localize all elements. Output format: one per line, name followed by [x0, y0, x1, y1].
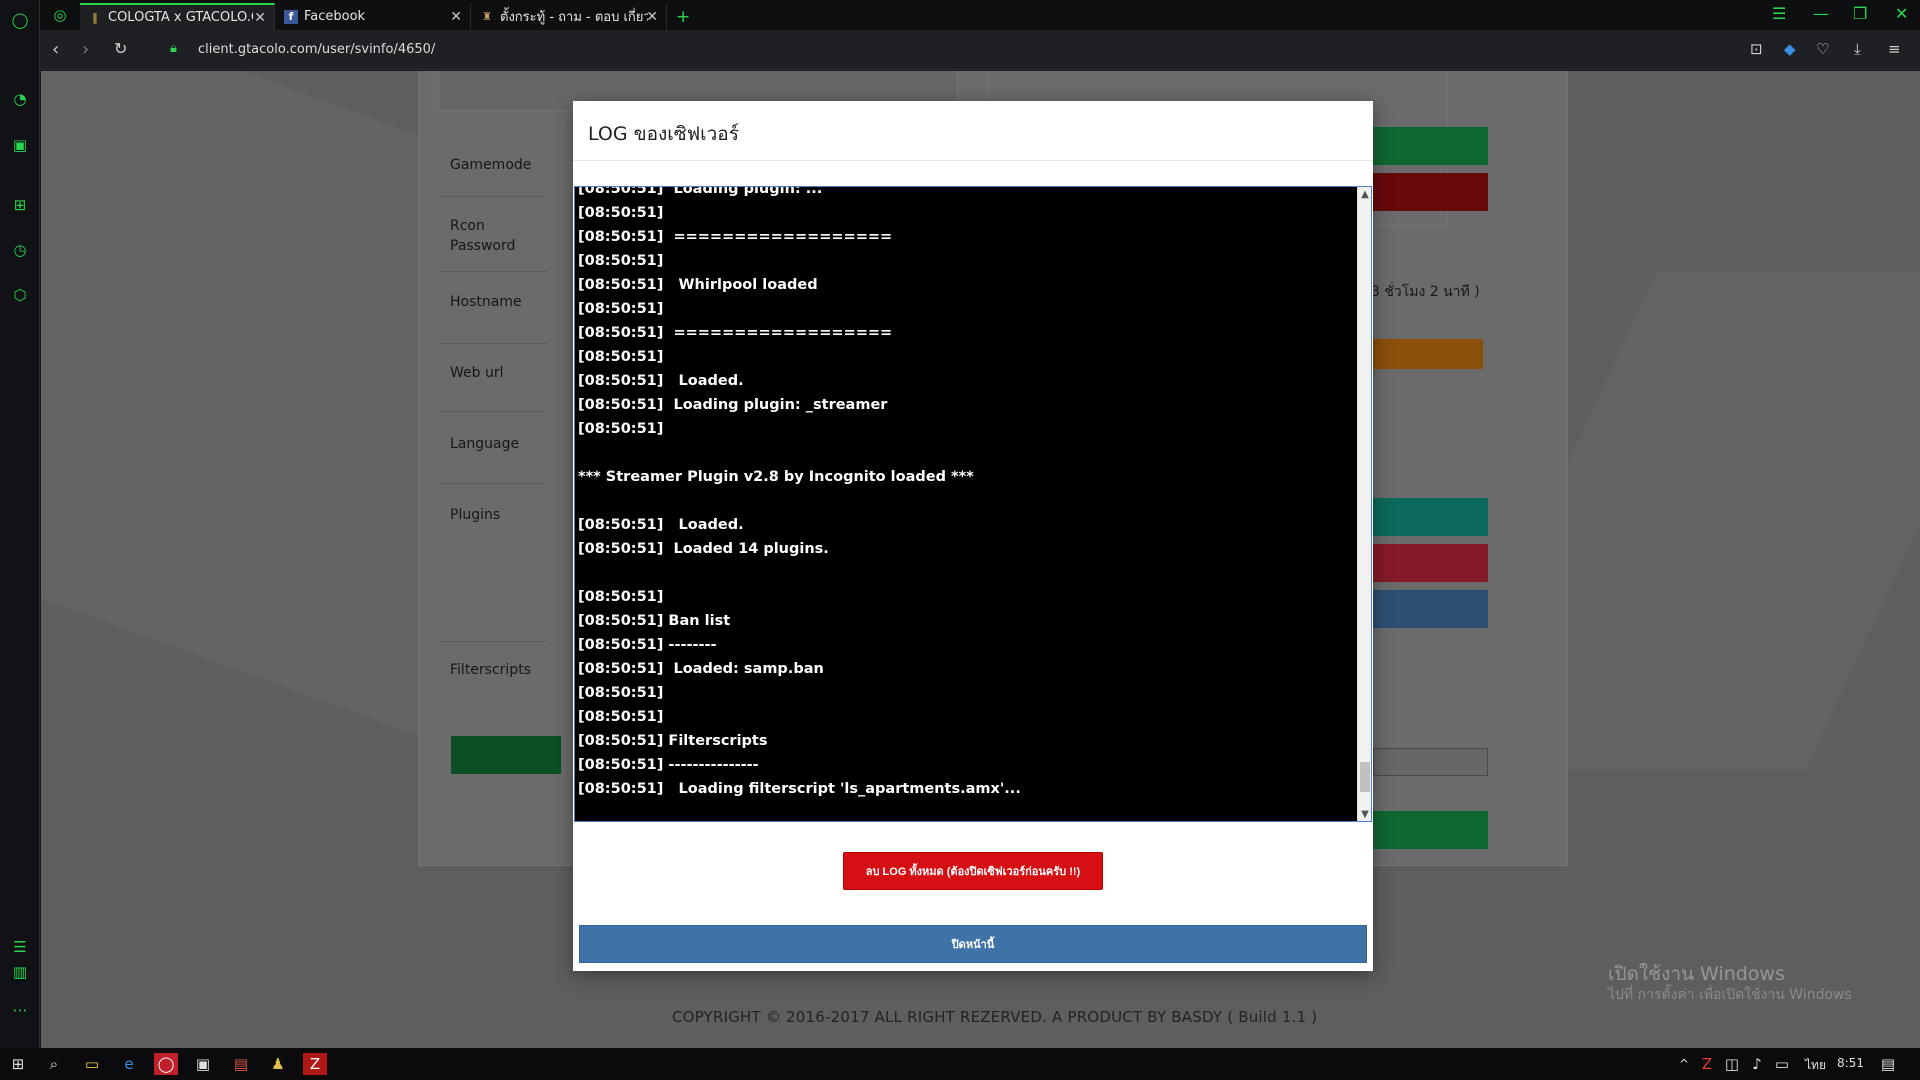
- log-line: [08:50:51] Whirlpool loaded: [578, 277, 818, 293]
- new-tab-button[interactable]: +: [668, 3, 698, 30]
- opera-gx-logo-icon[interactable]: ◯: [8, 8, 32, 32]
- secure-lock-icon: 🔒︎: [170, 41, 177, 56]
- forward-icon[interactable]: ›: [82, 39, 89, 60]
- log-line: [08:50:51]: [578, 685, 664, 701]
- downloads-icon[interactable]: ⤓: [1854, 40, 1861, 58]
- minimize-icon[interactable]: —: [1813, 4, 1829, 23]
- winrar-icon[interactable]: ▤: [229, 1053, 253, 1075]
- log-line: *** Streamer Plugin v2.8 by Incognito lo…: [578, 469, 974, 485]
- windows-taskbar: ⊞ ⌕ ▭ e ◯ ▣ ▤ ♟ Z ^ Z ◫ ♪ ▭ ไทย 8:51 ▤: [0, 1048, 1920, 1080]
- log-line: [08:50:51]: [578, 349, 664, 365]
- close-tab-icon[interactable]: ✕: [646, 9, 658, 25]
- close-window-icon[interactable]: ✕: [1895, 4, 1908, 23]
- snapshot-camera-icon[interactable]: ⊡: [1750, 40, 1763, 58]
- scroll-up-icon[interactable]: ▲: [1358, 187, 1371, 203]
- file-explorer-icon[interactable]: ▭: [80, 1053, 104, 1075]
- log-line: [08:50:51]: [578, 301, 664, 317]
- log-scrollbar[interactable]: ▲ ▼: [1357, 187, 1371, 821]
- log-line: [08:50:51] Loaded 14 plugins.: [578, 541, 829, 557]
- modal-title: LOG ของเซิฟเวอร์: [588, 123, 739, 145]
- server-log-textarea[interactable]: [08:50:51] Loading plugin: ... [08:50:51]…: [574, 186, 1372, 822]
- log-line: [08:50:51] ==================: [578, 229, 893, 245]
- log-line: [08:50:51] Ban list: [578, 613, 731, 629]
- vpn-shield-icon[interactable]: ◆: [1784, 40, 1796, 58]
- tab-label: COLOGTA x GTACOLO.COM: [108, 10, 253, 25]
- log-line: [08:50:51] ---------------: [578, 757, 759, 773]
- volume-icon[interactable]: ♪: [1745, 1053, 1769, 1075]
- filezilla-icon[interactable]: Z: [303, 1053, 327, 1075]
- favorites-heart-icon[interactable]: ♡: [1816, 40, 1829, 58]
- tab-cologta[interactable]: ‖ COLOGTA x GTACOLO.COM ✕: [80, 3, 275, 30]
- tab-facebook[interactable]: f Facebook ✕: [276, 3, 471, 30]
- storage-icon[interactable]: ☰: [8, 935, 32, 959]
- tray-filezilla-icon[interactable]: Z: [1695, 1053, 1719, 1075]
- log-line: [08:50:51]: [578, 205, 664, 221]
- modal-header: LOG ของเซิฟเวอร์: [573, 101, 1373, 161]
- windows-start-icon[interactable]: ⊞: [6, 1053, 30, 1075]
- clear-log-button[interactable]: ลบ LOG ทั้งหมด (ต้องปิดเซิฟเวอร์ก่อนครับ…: [843, 852, 1103, 890]
- input-language[interactable]: ไทย: [1805, 1056, 1826, 1075]
- log-line: [08:50:51] Filterscripts: [578, 733, 768, 749]
- battery-icon[interactable]: ▥: [8, 960, 32, 984]
- log-lines: [08:50:51] Loading plugin: ... [08:50:51]…: [578, 186, 1348, 801]
- scroll-down-icon[interactable]: ▼: [1358, 807, 1371, 821]
- twitch-icon[interactable]: ▣: [8, 133, 32, 157]
- log-line: [08:50:51] Loaded.: [578, 373, 744, 389]
- log-line: [08:50:51] Loading plugin: _streamer: [578, 397, 888, 413]
- restore-icon[interactable]: ❐: [1853, 4, 1867, 23]
- browser-sidebar: ◯ ◔ ▣ ⊞ ◷ ⬡ ☰ ▥ ⋯: [0, 0, 40, 1048]
- tab-menu-icon[interactable]: ☰: [1772, 4, 1786, 23]
- back-icon[interactable]: ‹: [52, 39, 59, 60]
- extensions-cube-icon[interactable]: ⬡: [8, 283, 32, 307]
- url-input[interactable]: client.gtacolo.com/user/svinfo/4650/: [198, 42, 435, 57]
- tab-label: ตั้งกระทู้ - ถาม - ตอบ เกี่ยวกับ S: [500, 10, 648, 25]
- clock-time[interactable]: 8:51: [1837, 1056, 1864, 1070]
- tab-forum[interactable]: ♜ ตั้งกระทู้ - ถาม - ตอบ เกี่ยวกับ S ✕: [472, 3, 667, 30]
- apps-grid-icon[interactable]: ⊞: [8, 193, 32, 217]
- scroll-thumb[interactable]: [1360, 762, 1370, 792]
- network-icon[interactable]: ▭: [1770, 1053, 1794, 1075]
- close-tab-icon[interactable]: ✕: [450, 9, 462, 25]
- tab-label: Facebook: [304, 9, 366, 24]
- more-options-icon[interactable]: ⋯: [8, 998, 32, 1022]
- log-line: [08:50:51]: [578, 253, 664, 269]
- log-line: [08:50:51] ==================: [578, 325, 893, 341]
- edge-icon[interactable]: e: [117, 1053, 141, 1075]
- server-log-modal: LOG ของเซิฟเวอร์ [08:50:51] Loading plug…: [573, 101, 1373, 971]
- gta-icon: ‖: [92, 11, 98, 24]
- log-line: [08:50:51] Loaded.: [578, 517, 744, 533]
- notifications-icon[interactable]: ▤: [1876, 1053, 1900, 1075]
- log-line: [08:50:51]: [578, 421, 664, 437]
- gamepad-icon[interactable]: ◎: [48, 3, 72, 27]
- log-line: [08:50:51] Loaded: samp.ban: [578, 661, 824, 677]
- log-line: [08:50:51] Loading filterscript 'ls_apar…: [578, 781, 1021, 797]
- log-line: [08:50:51] --------: [578, 637, 717, 653]
- log-line: [08:50:51]: [578, 709, 664, 725]
- close-tab-icon[interactable]: ✕: [254, 10, 266, 26]
- gta-taskbar-icon[interactable]: ♟: [266, 1053, 290, 1075]
- tray-security-icon[interactable]: ◫: [1720, 1053, 1744, 1075]
- address-bar: ‹ › ↻ 🔒︎ client.gtacolo.com/user/svinfo/…: [40, 30, 1920, 70]
- log-line: [08:50:51]: [578, 589, 664, 605]
- tab-bar: ◎ ‖ COLOGTA x GTACOLO.COM ✕ f Facebook ✕…: [40, 0, 1920, 30]
- reload-icon[interactable]: ↻: [114, 39, 127, 58]
- history-clock-icon[interactable]: ◷: [8, 238, 32, 262]
- app-window-icon[interactable]: ▣: [191, 1053, 215, 1075]
- search-icon[interactable]: ⌕: [42, 1053, 66, 1075]
- forum-icon: ♜: [482, 10, 492, 23]
- easy-setup-icon[interactable]: ≡: [1888, 40, 1901, 58]
- log-line: [08:50:51] Loading plugin: ...: [578, 186, 823, 197]
- facebook-icon: f: [284, 9, 298, 24]
- opera-gx-taskbar-icon[interactable]: ◯: [154, 1053, 178, 1075]
- close-modal-button[interactable]: ปิดหน้านี้: [579, 925, 1367, 963]
- tray-up-chevron-icon[interactable]: ^: [1672, 1053, 1696, 1075]
- speed-dial-icon[interactable]: ◔: [8, 87, 32, 111]
